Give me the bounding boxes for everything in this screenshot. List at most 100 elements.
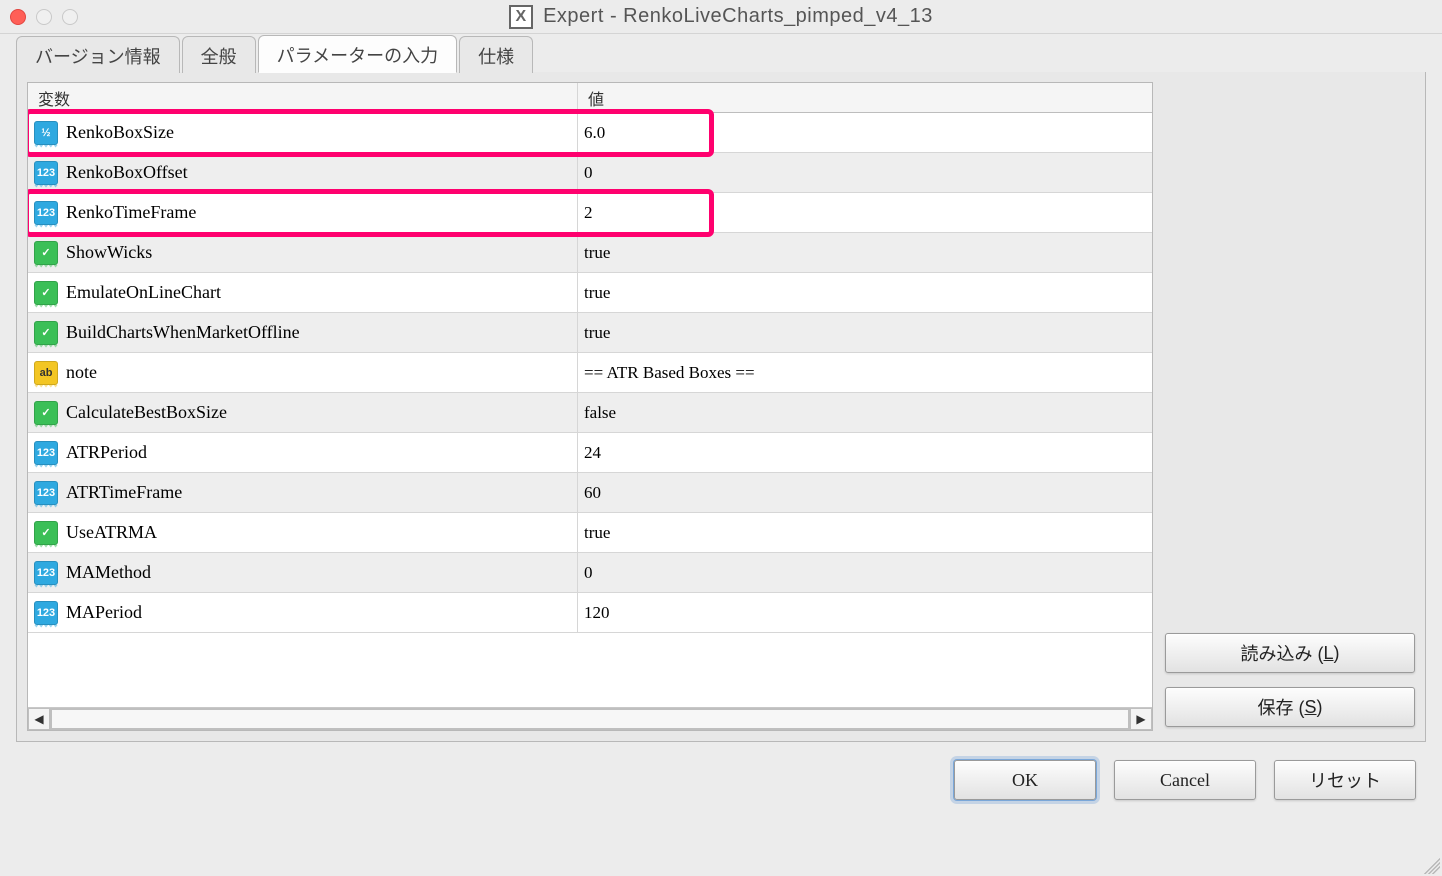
variable-name: EmulateOnLineChart: [66, 282, 221, 303]
variable-name: UseATRMA: [66, 522, 157, 543]
variable-name: note: [66, 362, 97, 383]
table-header: 変数 値: [28, 83, 1152, 113]
value-cell[interactable]: 120: [578, 593, 1152, 632]
ok-button-label: OK: [1012, 770, 1038, 791]
value-cell[interactable]: 0: [578, 153, 1152, 192]
value-cell[interactable]: 0: [578, 553, 1152, 592]
variable-cell[interactable]: ✓EmulateOnLineChart: [28, 273, 578, 312]
bool-type-icon: ✓: [34, 521, 58, 545]
value-text: true: [584, 523, 610, 543]
ok-button[interactable]: OK: [954, 760, 1096, 800]
table-row[interactable]: ✓ UseATRMA true: [28, 513, 1152, 553]
table-row[interactable]: ½ RenkoBoxSize 6.0: [28, 113, 1152, 153]
table-row[interactable]: 123RenkoBoxOffset 0: [28, 153, 1152, 193]
variable-cell[interactable]: 123MAMethod: [28, 553, 578, 592]
variable-name: MAMethod: [66, 562, 151, 583]
reset-button[interactable]: リセット: [1274, 760, 1416, 800]
variable-cell[interactable]: ✓ BuildChartsWhenMarketOffline: [28, 313, 578, 352]
scroll-left-icon[interactable]: ◀: [28, 708, 50, 730]
value-text: 120: [584, 603, 610, 623]
table-row[interactable]: ✓ ShowWicks true: [28, 233, 1152, 273]
window-title: Expert - RenkoLiveCharts_pimped_v4_13: [543, 5, 933, 28]
bool-type-icon: ✓: [34, 241, 58, 265]
string-type-icon: ab: [34, 361, 58, 385]
horizontal-scrollbar[interactable]: ◀ ▶: [28, 707, 1152, 730]
table-row[interactable]: 123ATRTimeFrame 60: [28, 473, 1152, 513]
tab-1[interactable]: 全般: [182, 36, 256, 73]
table-row[interactable]: 123 MAPeriod 120: [28, 593, 1152, 633]
value-cell[interactable]: 2: [578, 193, 1152, 232]
table-body: ½RenkoBoxSize6.0123RenkoBoxOffset0123Ren…: [28, 113, 1152, 633]
value-cell[interactable]: true: [578, 233, 1152, 272]
table-row[interactable]: ✓EmulateOnLineCharttrue: [28, 273, 1152, 313]
side-button-group: 読み込み (L) 保存 (S): [1165, 82, 1415, 731]
variable-name: ShowWicks: [66, 242, 152, 263]
table-row[interactable]: ✓CalculateBestBoxSizefalse: [28, 393, 1152, 433]
value-cell[interactable]: true: [578, 313, 1152, 352]
variable-cell[interactable]: abnote: [28, 353, 578, 392]
value-cell[interactable]: true: [578, 513, 1152, 552]
header-value[interactable]: 値: [578, 83, 1152, 112]
value-text: 60: [584, 483, 601, 503]
save-button[interactable]: 保存 (S): [1165, 687, 1415, 727]
table-row[interactable]: 123MAMethod0: [28, 553, 1152, 593]
variable-cell[interactable]: ✓CalculateBestBoxSize: [28, 393, 578, 432]
int-type-icon: 123: [34, 601, 58, 625]
variable-cell[interactable]: 123RenkoBoxOffset: [28, 153, 578, 192]
resize-grip-icon[interactable]: [1420, 854, 1440, 874]
variable-name: CalculateBestBoxSize: [66, 402, 227, 423]
table-row[interactable]: 123 RenkoTimeFrame 2: [28, 193, 1152, 233]
variable-cell[interactable]: ✓ UseATRMA: [28, 513, 578, 552]
cancel-button-label: Cancel: [1160, 770, 1210, 791]
tab-2[interactable]: パラメーターの入力: [258, 35, 457, 73]
close-window-icon[interactable]: [10, 9, 26, 25]
parameters-table: 変数 値 ½RenkoBoxSize6.0123RenkoBoxOffset01…: [27, 82, 1153, 731]
value-cell[interactable]: false: [578, 393, 1152, 432]
value-text: 2: [584, 203, 593, 223]
value-text: true: [584, 243, 610, 263]
parameters-panel: 変数 値 ½RenkoBoxSize6.0123RenkoBoxOffset01…: [16, 72, 1426, 742]
variable-name: ATRTimeFrame: [66, 482, 182, 503]
scroll-right-icon[interactable]: ▶: [1130, 708, 1152, 730]
variable-cell[interactable]: 123ATRTimeFrame: [28, 473, 578, 512]
int-type-icon: 123: [34, 201, 58, 225]
dialog-button-bar: OK Cancel リセット: [0, 742, 1442, 800]
save-button-label: 保存 (: [1257, 694, 1304, 720]
tab-3[interactable]: 仕様: [459, 36, 533, 73]
value-text: == ATR Based Boxes ==: [584, 363, 755, 383]
table-row[interactable]: ✓ BuildChartsWhenMarketOffline true: [28, 313, 1152, 353]
value-cell[interactable]: 60: [578, 473, 1152, 512]
window-controls: [10, 9, 110, 25]
variable-cell[interactable]: 123 RenkoTimeFrame: [28, 193, 578, 232]
table-row[interactable]: abnote == ATR Based Boxes ==: [28, 353, 1152, 393]
table-row[interactable]: 123ATRPeriod24: [28, 433, 1152, 473]
variable-cell[interactable]: 123ATRPeriod: [28, 433, 578, 472]
minimize-window-icon[interactable]: [36, 9, 52, 25]
value-cell[interactable]: true: [578, 273, 1152, 312]
variable-name: RenkoBoxSize: [66, 122, 174, 143]
zoom-window-icon[interactable]: [62, 9, 78, 25]
value-cell[interactable]: 24: [578, 433, 1152, 472]
scroll-track[interactable]: [50, 708, 1130, 730]
value-text: 6.0: [584, 123, 605, 143]
variable-cell[interactable]: 123 MAPeriod: [28, 593, 578, 632]
variable-name: RenkoTimeFrame: [66, 202, 196, 223]
tab-0[interactable]: バージョン情報: [16, 36, 180, 73]
double-type-icon: ½: [34, 121, 58, 145]
value-text: 0: [584, 163, 593, 183]
value-cell[interactable]: 6.0: [578, 113, 1152, 152]
variable-name: BuildChartsWhenMarketOffline: [66, 322, 300, 343]
header-variable[interactable]: 変数: [28, 83, 578, 112]
variable-cell[interactable]: ✓ ShowWicks: [28, 233, 578, 272]
scroll-thumb[interactable]: [51, 709, 1129, 729]
value-text: true: [584, 323, 610, 343]
window-titlebar: X Expert - RenkoLiveCharts_pimped_v4_13: [0, 0, 1442, 34]
load-button[interactable]: 読み込み (L): [1165, 633, 1415, 673]
value-cell[interactable]: == ATR Based Boxes ==: [578, 353, 1152, 392]
load-button-mnemonic: L: [1323, 643, 1333, 664]
reset-button-label: リセット: [1309, 767, 1381, 793]
variable-name: MAPeriod: [66, 602, 142, 623]
cancel-button[interactable]: Cancel: [1114, 760, 1256, 800]
bool-type-icon: ✓: [34, 321, 58, 345]
variable-cell[interactable]: ½ RenkoBoxSize: [28, 113, 578, 152]
